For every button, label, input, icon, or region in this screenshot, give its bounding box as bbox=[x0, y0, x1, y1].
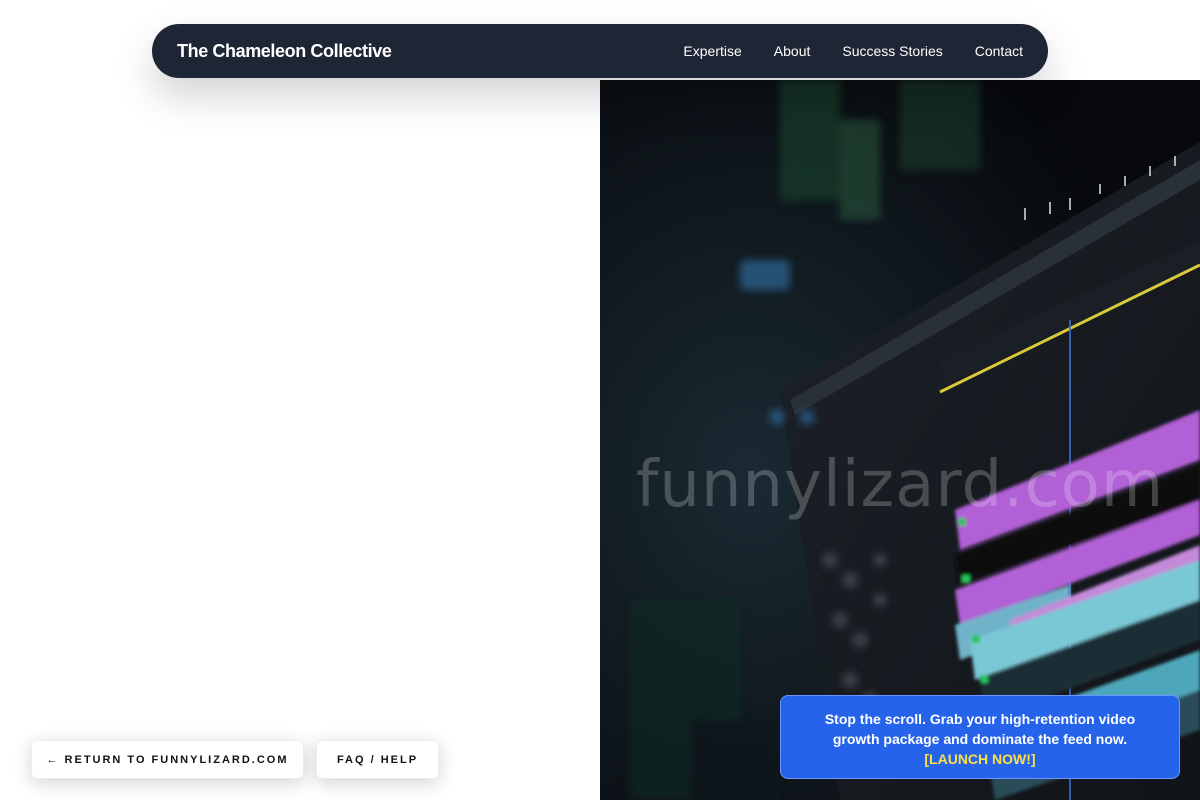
page: The Chameleon Collective Expertise About… bbox=[0, 0, 1200, 800]
promo-banner[interactable]: Stop the scroll. Grab your high-retentio… bbox=[780, 695, 1180, 779]
nav-link-about[interactable]: About bbox=[774, 43, 811, 59]
nav-links: Expertise About Success Stories Contact bbox=[683, 43, 1023, 59]
brand-logo-text[interactable]: The Chameleon Collective bbox=[177, 41, 392, 62]
nav-link-success-stories[interactable]: Success Stories bbox=[842, 43, 942, 59]
launch-now-link[interactable]: [LAUNCH NOW!] bbox=[811, 749, 1149, 769]
nav-link-expertise[interactable]: Expertise bbox=[683, 43, 741, 59]
promo-text: Stop the scroll. Grab your high-retentio… bbox=[824, 711, 1136, 747]
top-navbar: The Chameleon Collective Expertise About… bbox=[152, 24, 1048, 78]
hero-image: funnylizard.com bbox=[600, 80, 1200, 800]
faq-help-button[interactable]: FAQ / HELP bbox=[316, 740, 439, 779]
return-button[interactable]: ← RETURN TO FUNNYLIZARD.COM bbox=[31, 740, 304, 779]
video-editor-photo bbox=[600, 80, 1200, 800]
nav-link-contact[interactable]: Contact bbox=[975, 43, 1023, 59]
